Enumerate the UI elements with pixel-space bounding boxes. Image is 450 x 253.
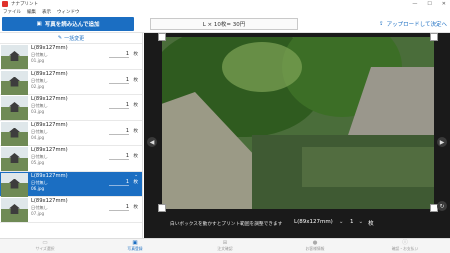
- print-quantity-select[interactable]: 1 ⌄ 枚: [350, 219, 374, 227]
- print-size-select[interactable]: L(89x127mm) ⌄: [294, 219, 343, 225]
- print-quantity-value: 1: [350, 219, 354, 225]
- menu-file[interactable]: ファイル: [3, 9, 21, 15]
- folder-icon: ▣: [36, 21, 42, 27]
- toolbar: ▣ 写真を読み込んで追加 L × 10枚= 30円 ⇪ アップロードして決定へ: [0, 15, 450, 33]
- tab-label: サイズ選択: [35, 246, 55, 251]
- order-summary: L × 10枚= 30円: [150, 18, 298, 30]
- tab-label: 確認・お支払い: [391, 246, 419, 251]
- crop-handle-top-right[interactable]: [430, 33, 438, 41]
- item-filename: 04.jpg: [31, 134, 45, 140]
- quantity-input[interactable]: 1: [109, 102, 129, 109]
- tab-label: 注文確認: [217, 246, 233, 251]
- photo-list-item[interactable]: L(89x127mm) 日付無し 02.jpg 1 枚: [0, 70, 142, 95]
- item-filename: 03.jpg: [31, 109, 45, 114]
- quantity-unit: 枚: [133, 179, 138, 185]
- item-filename: 06.jpg: [31, 185, 45, 191]
- photo-preview: [162, 37, 434, 209]
- quantity-input[interactable]: 1: [109, 204, 129, 211]
- item-filename: 07.jpg: [31, 211, 45, 216]
- bulk-change-button[interactable]: ✎ 一括変更: [0, 33, 142, 44]
- tab-customer-info[interactable]: ● お客様情報: [270, 239, 360, 253]
- photo-list-item[interactable]: L(89x127mm) 日付無し 03.jpg 1 枚: [0, 95, 142, 121]
- menu-window[interactable]: ウィンドウ: [57, 9, 80, 15]
- photo-thumbnail: [1, 45, 28, 69]
- load-photos-label: 写真を読み込んで追加: [44, 22, 100, 28]
- print-size-value: L(89x127mm): [294, 219, 333, 225]
- menu-view[interactable]: 表示: [42, 9, 51, 15]
- quantity-input[interactable]: 1: [109, 51, 129, 58]
- tab-label: 写真登録: [127, 246, 143, 251]
- previous-photo-button[interactable]: ◀: [147, 137, 157, 147]
- menu-edit[interactable]: 編集: [27, 9, 36, 15]
- window-title: ナナプリント: [11, 2, 38, 7]
- maximize-button[interactable]: ☐: [427, 1, 431, 7]
- quantity-unit: 枚: [133, 128, 138, 134]
- chevron-down-icon: ⌄: [338, 219, 344, 225]
- window-controls: — ☐ ✕: [412, 1, 446, 7]
- photo-list-item[interactable]: L(89x127mm) 日付無し 04.jpg 1 枚: [0, 121, 142, 146]
- close-button[interactable]: ✕: [442, 1, 446, 7]
- photo-thumbnail: [1, 70, 28, 95]
- photo-list-item[interactable]: L(89x127mm) 日付無し 01.jpg 1 枚: [0, 44, 142, 70]
- rotate-button[interactable]: ↻: [437, 201, 447, 211]
- photo-list-sidebar: ✎ 一括変更 L(89x127mm) 日付無し 01.jpg 1 枚 L(89x…: [0, 33, 143, 238]
- item-filename: 05.jpg: [31, 160, 45, 165]
- app-window: ナナプリント — ☐ ✕ ファイル 編集 表示 ウィンドウ ▣ 写真を読み込んで…: [0, 0, 450, 253]
- upload-button[interactable]: ⇪ アップロードして決定へ: [379, 18, 447, 30]
- item-filename: 02.jpg: [31, 83, 45, 89]
- quantity-input[interactable]: 1: [109, 128, 129, 135]
- item-filename: 01.jpg: [31, 58, 45, 63]
- quantity-unit: 枚: [133, 205, 138, 210]
- minimize-button[interactable]: —: [412, 1, 417, 7]
- next-photo-button[interactable]: ▶: [437, 137, 447, 147]
- photo-thumbnail: [1, 147, 28, 171]
- photo-list-item[interactable]: L(89x127mm) 日付無し 07.jpg 1 枚: [0, 197, 142, 223]
- crop-handle-bottom-left[interactable]: [158, 204, 166, 212]
- quantity-input[interactable]: 1: [109, 179, 129, 186]
- quantity-unit: 枚: [133, 154, 138, 159]
- app-logo-icon: [2, 1, 8, 7]
- title-bar: ナナプリント — ☐ ✕: [0, 0, 450, 8]
- chevron-down-icon: ⌄: [358, 219, 364, 225]
- photo-thumbnail: [1, 198, 28, 222]
- print-quantity-unit: 枚: [368, 221, 374, 227]
- tab-payment[interactable]: ⓘ 確認・お支払い: [360, 239, 450, 253]
- quantity-unit: 枚: [133, 77, 138, 83]
- pencil-icon: ✎: [57, 35, 63, 41]
- crop-handle-top-left[interactable]: [158, 33, 166, 41]
- menu-bar: ファイル 編集 表示 ウィンドウ: [0, 8, 450, 15]
- upload-icon: ⇪: [379, 21, 384, 27]
- photo-list-item[interactable]: L(89x127mm) 日付無し 05.jpg 1 枚: [0, 146, 142, 172]
- tab-label: お客様情報: [305, 246, 325, 251]
- tab-order-confirm[interactable]: ⊞ 注文確認: [180, 239, 270, 253]
- tab-size-select[interactable]: ▭ サイズ選択: [0, 239, 90, 253]
- photo-list-item-selected[interactable]: L(89x127mm) 日付無し 06.jpg 1 枚 ⌄: [0, 171, 142, 197]
- photo-editor: ◀ ▶ ↻ 白いボックスを動かすとプリント範囲を調整できます L(89x127m…: [144, 33, 450, 238]
- load-photos-button[interactable]: ▣ 写真を読み込んで追加: [2, 17, 134, 31]
- tab-photo-register[interactable]: ▣ 写真登録: [90, 239, 180, 253]
- rotate-icon: ↻: [439, 202, 445, 210]
- upload-label: アップロードして決定へ: [386, 22, 447, 28]
- crop-hint-text: 白いボックスを動かすとプリント範囲を調整できます: [170, 222, 283, 227]
- step-tabs: ▭ サイズ選択 ▣ 写真登録 ⊞ 注文確認 ● お客様情報 ⓘ 確認・お支払い: [0, 238, 450, 253]
- bulk-change-label: 一括変更: [64, 35, 85, 42]
- quantity-input[interactable]: 1: [109, 153, 129, 160]
- photo-thumbnail: [1, 172, 28, 197]
- photo-thumbnail: [1, 121, 28, 146]
- quantity-unit: 枚: [133, 103, 138, 108]
- chevron-right-icon: ▶: [439, 138, 445, 146]
- chevron-left-icon: ◀: [149, 138, 155, 146]
- quantity-input[interactable]: 1: [109, 77, 129, 84]
- chevron-down-icon[interactable]: ⌄: [134, 173, 138, 178]
- quantity-unit: 枚: [133, 52, 138, 57]
- photo-thumbnail: [1, 96, 28, 120]
